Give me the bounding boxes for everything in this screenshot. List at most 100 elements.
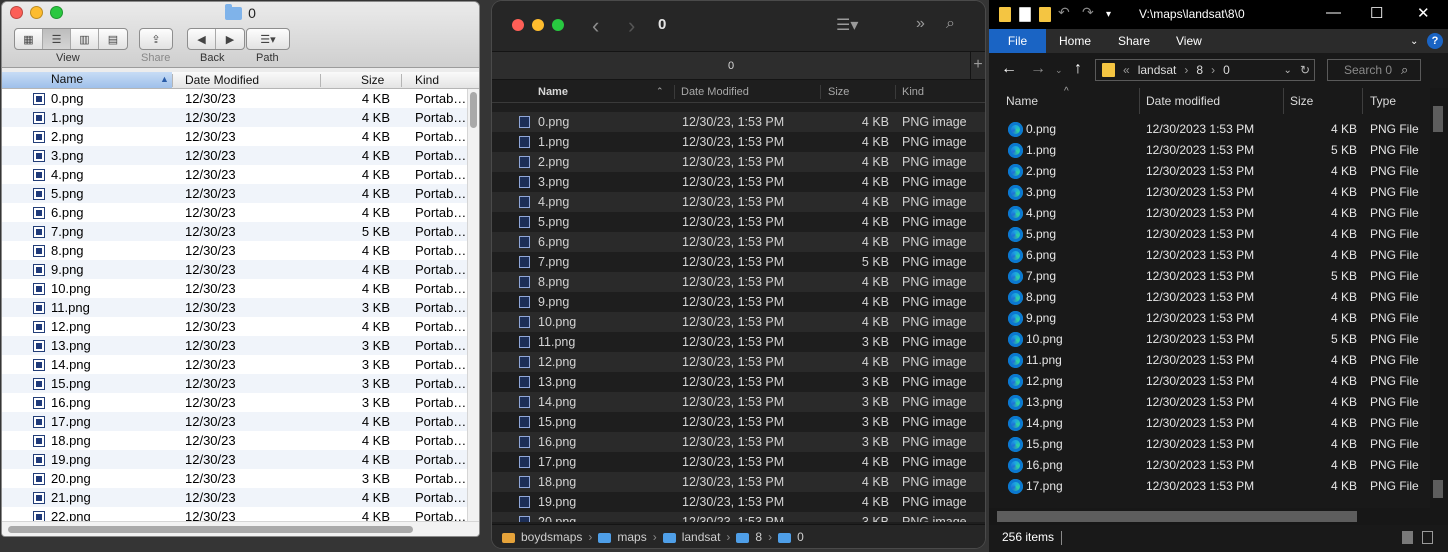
name-column-header[interactable]: Name (2, 72, 172, 88)
path-segment[interactable]: 8 (755, 530, 762, 544)
list-item[interactable]: 2.png 12/30/23 4 KB Portab… (2, 127, 467, 146)
list-item[interactable]: 21.png 12/30/23 4 KB Portab… (2, 488, 467, 507)
date-column-header[interactable]: Date modified (1146, 94, 1220, 108)
list-item[interactable]: 8.png 12/30/23 4 KB Portab… (2, 241, 467, 260)
name-column-header[interactable]: Name (538, 86, 568, 98)
list-item[interactable]: 6.png 12/30/23, 1:53 PM 4 KB PNG image (492, 232, 985, 252)
forward-arrow-icon[interactable]: ▶ (216, 29, 244, 49)
list-item[interactable]: 17.png 12/30/23 4 KB Portab… (2, 412, 467, 431)
list-item[interactable]: 19.png 12/30/23, 1:53 PM 4 KB PNG image (492, 492, 985, 512)
list-item[interactable]: 1.png 12/30/2023 1:53 PM 5 KB PNG File (989, 140, 1444, 161)
list-item[interactable]: 7.png 12/30/23, 1:53 PM 5 KB PNG image (492, 252, 985, 272)
back-chevron-icon[interactable]: ‹ (592, 13, 599, 39)
kind-column-header[interactable]: Kind (415, 73, 439, 87)
address-bar[interactable]: « landsat › 8 › 0 ⌄ ↻ (1095, 59, 1315, 81)
scroll-thumb[interactable] (1433, 106, 1443, 132)
path-segment[interactable]: maps (617, 530, 646, 544)
horizontal-scrollbar[interactable] (989, 508, 1448, 525)
list-item[interactable]: 1.png 12/30/23 4 KB Portab… (2, 108, 467, 127)
list-item[interactable]: 12.png 12/30/23 4 KB Portab… (2, 317, 467, 336)
address-dropdown-icon[interactable]: ⌄ (1284, 65, 1292, 76)
search-icon[interactable]: ⌕ (946, 15, 955, 33)
list-item[interactable]: 8.png 12/30/2023 1:53 PM 4 KB PNG File (989, 287, 1444, 308)
column-divider[interactable] (1362, 88, 1363, 114)
column-divider[interactable] (1283, 88, 1284, 114)
list-view-icon[interactable]: ☰ (43, 29, 71, 49)
close-icon[interactable]: ✕ (1417, 4, 1430, 22)
date-column-header[interactable]: Date Modified (185, 73, 259, 87)
scroll-thumb[interactable] (470, 92, 477, 128)
quick-access-dropdown-icon[interactable]: ▾ (1106, 9, 1111, 20)
up-arrow-icon[interactable]: ↑ (1074, 60, 1082, 78)
cover-flow-icon[interactable]: ▤ (99, 29, 127, 49)
kind-column-header[interactable]: Kind (902, 86, 924, 98)
type-column-header[interactable]: Type (1370, 94, 1396, 108)
list-item[interactable]: 0.png 12/30/23 4 KB Portab… (2, 89, 467, 108)
list-item[interactable]: 11.png 12/30/2023 1:53 PM 4 KB PNG File (989, 350, 1444, 371)
list-item[interactable]: 6.png 12/30/2023 1:53 PM 4 KB PNG File (989, 245, 1444, 266)
vertical-scrollbar[interactable] (1430, 88, 1448, 508)
list-item[interactable]: 6.png 12/30/23 4 KB Portab… (2, 203, 467, 222)
list-item[interactable]: 1.png 12/30/23, 1:53 PM 4 KB PNG image (492, 132, 985, 152)
recent-locations-icon[interactable]: ⌄ (1055, 65, 1063, 76)
back-arrow-icon[interactable]: ← (1001, 60, 1017, 78)
list-item[interactable]: 9.png 12/30/23, 1:53 PM 4 KB PNG image (492, 292, 985, 312)
address-segment[interactable]: 0 (1223, 63, 1230, 77)
column-view-icon[interactable]: ▥ (71, 29, 99, 49)
name-column-header[interactable]: Name (1006, 94, 1038, 108)
scroll-down-button[interactable] (1433, 480, 1443, 498)
list-item[interactable]: 0.png 12/30/23, 1:53 PM 4 KB PNG image (492, 112, 985, 132)
forward-chevron-icon[interactable]: › (628, 13, 635, 39)
list-item[interactable]: 7.png 12/30/23 5 KB Portab… (2, 222, 467, 241)
zoom-button[interactable] (552, 19, 564, 31)
list-item[interactable]: 14.png 12/30/23 3 KB Portab… (2, 355, 467, 374)
list-item[interactable]: 17.png 12/30/23, 1:53 PM 4 KB PNG image (492, 452, 985, 472)
list-item[interactable]: 17.png 12/30/2023 1:53 PM 4 KB PNG File (989, 476, 1444, 497)
share-button[interactable]: ⇪ (139, 28, 173, 50)
list-item[interactable]: 5.png 12/30/2023 1:53 PM 4 KB PNG File (989, 224, 1444, 245)
column-divider[interactable] (320, 74, 321, 87)
close-button[interactable] (512, 19, 524, 31)
list-item[interactable]: 13.png 12/30/23 3 KB Portab… (2, 336, 467, 355)
more-toolbar-icon[interactable]: » (916, 15, 925, 33)
vertical-scrollbar[interactable] (467, 89, 479, 521)
column-divider[interactable] (895, 85, 896, 99)
refresh-icon[interactable]: ↻ (1300, 63, 1314, 77)
ribbon-tab-home[interactable]: Home (1059, 34, 1091, 48)
scroll-thumb[interactable] (8, 526, 413, 533)
path-button[interactable]: ☰▾ (246, 28, 290, 50)
list-item[interactable]: 22.png 12/30/23 4 KB Portab… (2, 507, 467, 521)
list-item[interactable]: 0.png 12/30/2023 1:53 PM 4 KB PNG File (989, 119, 1444, 140)
list-item[interactable]: 3.png 12/30/2023 1:53 PM 4 KB PNG File (989, 182, 1444, 203)
list-item[interactable]: 16.png 12/30/23 3 KB Portab… (2, 393, 467, 412)
list-item[interactable]: 5.png 12/30/23, 1:53 PM 4 KB PNG image (492, 212, 985, 232)
list-item[interactable]: 2.png 12/30/2023 1:53 PM 4 KB PNG File (989, 161, 1444, 182)
icon-view-icon[interactable]: ▦ (15, 29, 43, 49)
path-segment[interactable]: landsat (682, 530, 721, 544)
group-menu-icon[interactable]: ☰▾ (836, 15, 858, 35)
list-item[interactable]: 16.png 12/30/2023 1:53 PM 4 KB PNG File (989, 455, 1444, 476)
new-tab-plus-icon[interactable]: + (970, 52, 985, 80)
path-segment[interactable]: boydsmaps (521, 530, 582, 544)
list-item[interactable]: 11.png 12/30/23, 1:53 PM 3 KB PNG image (492, 332, 985, 352)
list-item[interactable]: 2.png 12/30/23, 1:53 PM 4 KB PNG image (492, 152, 985, 172)
list-item[interactable]: 19.png 12/30/23 4 KB Portab… (2, 450, 467, 469)
column-divider[interactable] (1139, 88, 1140, 114)
back-arrow-icon[interactable]: ◀ (188, 29, 216, 49)
ribbon-tab-share[interactable]: Share (1118, 34, 1150, 48)
forward-arrow-icon[interactable]: → (1030, 60, 1046, 78)
list-item[interactable]: 16.png 12/30/23, 1:53 PM 3 KB PNG image (492, 432, 985, 452)
column-divider[interactable] (401, 74, 402, 87)
list-item[interactable]: 13.png 12/30/2023 1:53 PM 4 KB PNG File (989, 392, 1444, 413)
list-item[interactable]: 20.png 12/30/23, 1:53 PM 3 KB PNG image (492, 512, 985, 522)
horizontal-scrollbar[interactable] (2, 521, 479, 536)
list-item[interactable]: 18.png 12/30/23 4 KB Portab… (2, 431, 467, 450)
list-item[interactable]: 18.png 12/30/23, 1:53 PM 4 KB PNG image (492, 472, 985, 492)
list-item[interactable]: 9.png 12/30/2023 1:53 PM 4 KB PNG File (989, 308, 1444, 329)
list-item[interactable]: 15.png 12/30/2023 1:53 PM 4 KB PNG File (989, 434, 1444, 455)
undo-icon[interactable]: ↶ (1058, 4, 1070, 21)
large-icons-view-icon[interactable] (1422, 531, 1433, 544)
list-item[interactable]: 11.png 12/30/23 3 KB Portab… (2, 298, 467, 317)
list-item[interactable]: 8.png 12/30/23, 1:53 PM 4 KB PNG image (492, 272, 985, 292)
list-item[interactable]: 3.png 12/30/23 4 KB Portab… (2, 146, 467, 165)
